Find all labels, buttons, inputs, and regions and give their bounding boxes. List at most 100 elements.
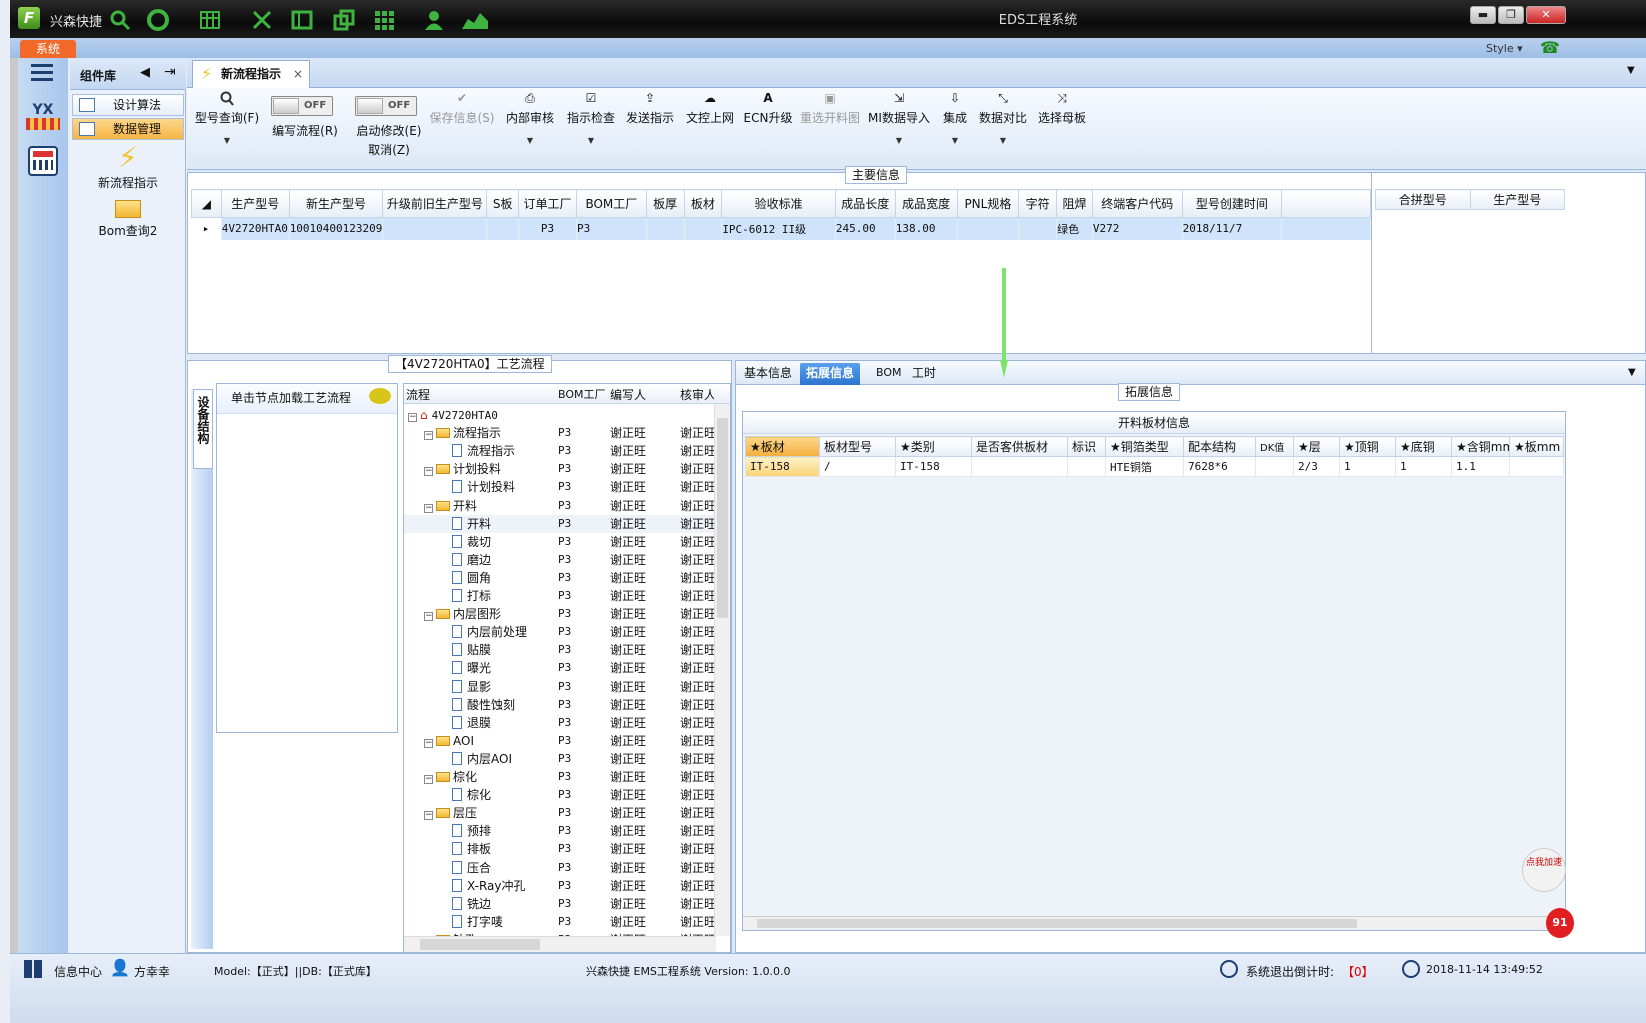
table-cell[interactable]: 1	[1395, 456, 1452, 477]
table-cell[interactable]: IT-158	[745, 456, 820, 477]
tree-node[interactable]: 铣边 P3 谢正旺 谢正旺	[404, 895, 716, 913]
compare-button[interactable]: ⤡ 数据对比 ▼	[977, 88, 1029, 170]
tree-node[interactable]: 酸性蚀刻 P3 谢正旺 谢正旺	[404, 696, 716, 714]
upload-button[interactable]: ☁ 文控上网	[683, 88, 737, 170]
tree-node[interactable]: 裁切 P3 谢正旺 谢正旺	[404, 533, 716, 551]
tree-node[interactable]: 曝光 P3 谢正旺 谢正旺	[404, 659, 716, 677]
column-header[interactable]: 是否客供板材	[971, 436, 1068, 457]
style-dropdown[interactable]: Style ▾	[1486, 42, 1523, 55]
speedup-count-badge[interactable]: 91	[1546, 908, 1574, 938]
expand-toggle-icon[interactable]: −	[424, 811, 433, 821]
tree-node[interactable]: − ⌂ 4V2720HTA0	[404, 406, 716, 424]
tool-new-flow[interactable]: ⚡ 新流程指示	[70, 142, 186, 191]
column-header[interactable]: 订单工厂	[518, 189, 577, 218]
minimize-button[interactable]: ▬	[1470, 6, 1496, 24]
table-cell[interactable]: IPC-6012 II级	[721, 217, 836, 240]
column-header[interactable]: ★含铜mm	[1451, 436, 1510, 457]
table-horizontal-scrollbar[interactable]	[743, 916, 1565, 930]
lifebuoy-icon[interactable]	[146, 8, 170, 32]
grid-icon[interactable]	[198, 8, 222, 32]
calculator-icon[interactable]	[28, 146, 58, 176]
column-header[interactable]: 型号创建时间	[1181, 189, 1283, 218]
table-cell[interactable]: V272	[1092, 217, 1183, 240]
save-button[interactable]: ✔ 保存信息(S)	[427, 88, 497, 170]
chart-icon[interactable]	[460, 8, 490, 32]
apps-icon[interactable]	[372, 8, 396, 32]
chevron-down-icon[interactable]: ▼	[1628, 367, 1636, 378]
scissors-icon[interactable]	[250, 8, 274, 32]
component-item-data-management[interactable]: 数据管理	[72, 118, 184, 140]
send-button[interactable]: ⇪ 发送指示	[623, 88, 677, 170]
copy-icon[interactable]	[332, 8, 356, 32]
column-header[interactable]: 编写人	[610, 386, 646, 403]
tree-node[interactable]: X-Ray冲孔 P3 谢正旺 谢正旺	[404, 877, 716, 895]
factory-icon[interactable]: YX	[26, 102, 60, 134]
table-cell[interactable]: 10010400123209	[289, 217, 384, 240]
column-header[interactable]: 生产型号	[1469, 189, 1565, 210]
table-cell[interactable]	[382, 217, 488, 240]
info-center-link[interactable]: 信息中心	[54, 963, 102, 980]
tree-node[interactable]: − AOI P3 谢正旺 谢正旺	[404, 732, 716, 750]
column-header[interactable]: ★类别	[895, 436, 972, 457]
expand-toggle-icon[interactable]: −	[424, 467, 433, 477]
tree-node[interactable]: − 计划投料 P3 谢正旺 谢正旺	[404, 460, 716, 478]
column-header[interactable]: PNL规格	[956, 189, 1020, 218]
column-header[interactable]: 生产型号	[220, 189, 290, 218]
column-header[interactable]: ★顶铜	[1339, 436, 1396, 457]
column-header[interactable]: 核审人	[680, 386, 714, 403]
tree-node[interactable]: − 层压 P3 谢正旺 谢正旺	[404, 804, 716, 822]
tree-vertical-scrollbar[interactable]	[714, 404, 730, 936]
expand-toggle-icon[interactable]: −	[424, 612, 433, 622]
maximize-button[interactable]: ❐	[1498, 6, 1524, 24]
table-cell[interactable]: 138.00	[895, 217, 958, 240]
column-header[interactable]: 新生产型号	[288, 189, 384, 218]
column-header[interactable]: 合拼型号	[1375, 189, 1471, 210]
column-header[interactable]: 终端客户代码	[1091, 189, 1183, 218]
table-cell[interactable]	[486, 217, 520, 240]
table-cell[interactable]: /	[819, 456, 896, 477]
column-header[interactable]: ★板mm	[1509, 436, 1564, 457]
tree-node[interactable]: − 开料 P3 谢正旺 谢正旺	[404, 497, 716, 515]
tree-node[interactable]: 计划投料 P3 谢正旺 谢正旺	[404, 478, 716, 496]
column-header[interactable]: 成品宽度	[894, 189, 958, 218]
column-header[interactable]: BOM工厂	[558, 386, 606, 402]
tab-bom[interactable]: BOM	[870, 363, 908, 385]
tree-node[interactable]: 流程指示 P3 谢正旺 谢正旺	[404, 442, 716, 460]
component-item-design-algorithm[interactable]: 设计算法	[72, 94, 184, 116]
tree-node[interactable]: 开料 P3 谢正旺 谢正旺	[404, 514, 716, 533]
ecn-button[interactable]: A ECN升级	[743, 88, 793, 170]
column-header[interactable]: BOM工厂	[575, 189, 647, 218]
tree-node[interactable]: 压合 P3 谢正旺 谢正旺	[404, 859, 716, 877]
tree-node[interactable]: − 流程指示 P3 谢正旺 谢正旺	[404, 424, 716, 442]
search-icon[interactable]	[108, 8, 132, 32]
tree-node[interactable]: 内层AOI P3 谢正旺 谢正旺	[404, 750, 716, 768]
column-header[interactable]: 成品长度	[834, 189, 896, 218]
column-header[interactable]: 流程	[406, 386, 430, 403]
user-icon[interactable]	[422, 8, 446, 32]
select-master-button[interactable]: ⤨ 选择母板	[1035, 88, 1089, 170]
model-query-button[interactable]: 型号查询(F) ▼	[193, 88, 261, 170]
pin-icon[interactable]: ⇥	[164, 64, 176, 80]
table-cell[interactable]: 2/3	[1293, 456, 1340, 477]
table-cell[interactable]: 1.1	[1451, 456, 1510, 477]
tree-node[interactable]: 退膜 P3 谢正旺 谢正旺	[404, 714, 716, 732]
table-cell[interactable]: P3	[518, 217, 577, 240]
column-header[interactable]: 阻焊	[1056, 189, 1093, 218]
column-header[interactable]: ★板材	[745, 436, 820, 457]
table-cell[interactable]	[1509, 456, 1564, 477]
table-cell[interactable]	[1067, 456, 1106, 477]
table-cell[interactable]: P3	[576, 217, 647, 240]
tree-node[interactable]: 内层前处理 P3 谢正旺 谢正旺	[404, 623, 716, 641]
tree-node[interactable]: 圆角 P3 谢正旺 谢正旺	[404, 569, 716, 587]
windows-icon[interactable]	[24, 960, 42, 978]
table-cell[interactable]	[684, 217, 723, 240]
table-cell[interactable]: 4V2720HTA0	[221, 217, 290, 240]
tree-node[interactable]: 预排 P3 谢正旺 谢正旺	[404, 822, 716, 840]
write-flow-toggle[interactable]: OFF	[271, 96, 333, 116]
table-cell[interactable]	[646, 217, 685, 240]
tool-bom-query[interactable]: Bom查询2	[70, 198, 186, 239]
phone-icon[interactable]: ☎	[1540, 38, 1560, 57]
column-header[interactable]: 字符	[1018, 189, 1058, 218]
chevron-down-icon[interactable]: ▼	[193, 136, 261, 145]
expand-toggle-icon[interactable]: −	[424, 503, 433, 513]
